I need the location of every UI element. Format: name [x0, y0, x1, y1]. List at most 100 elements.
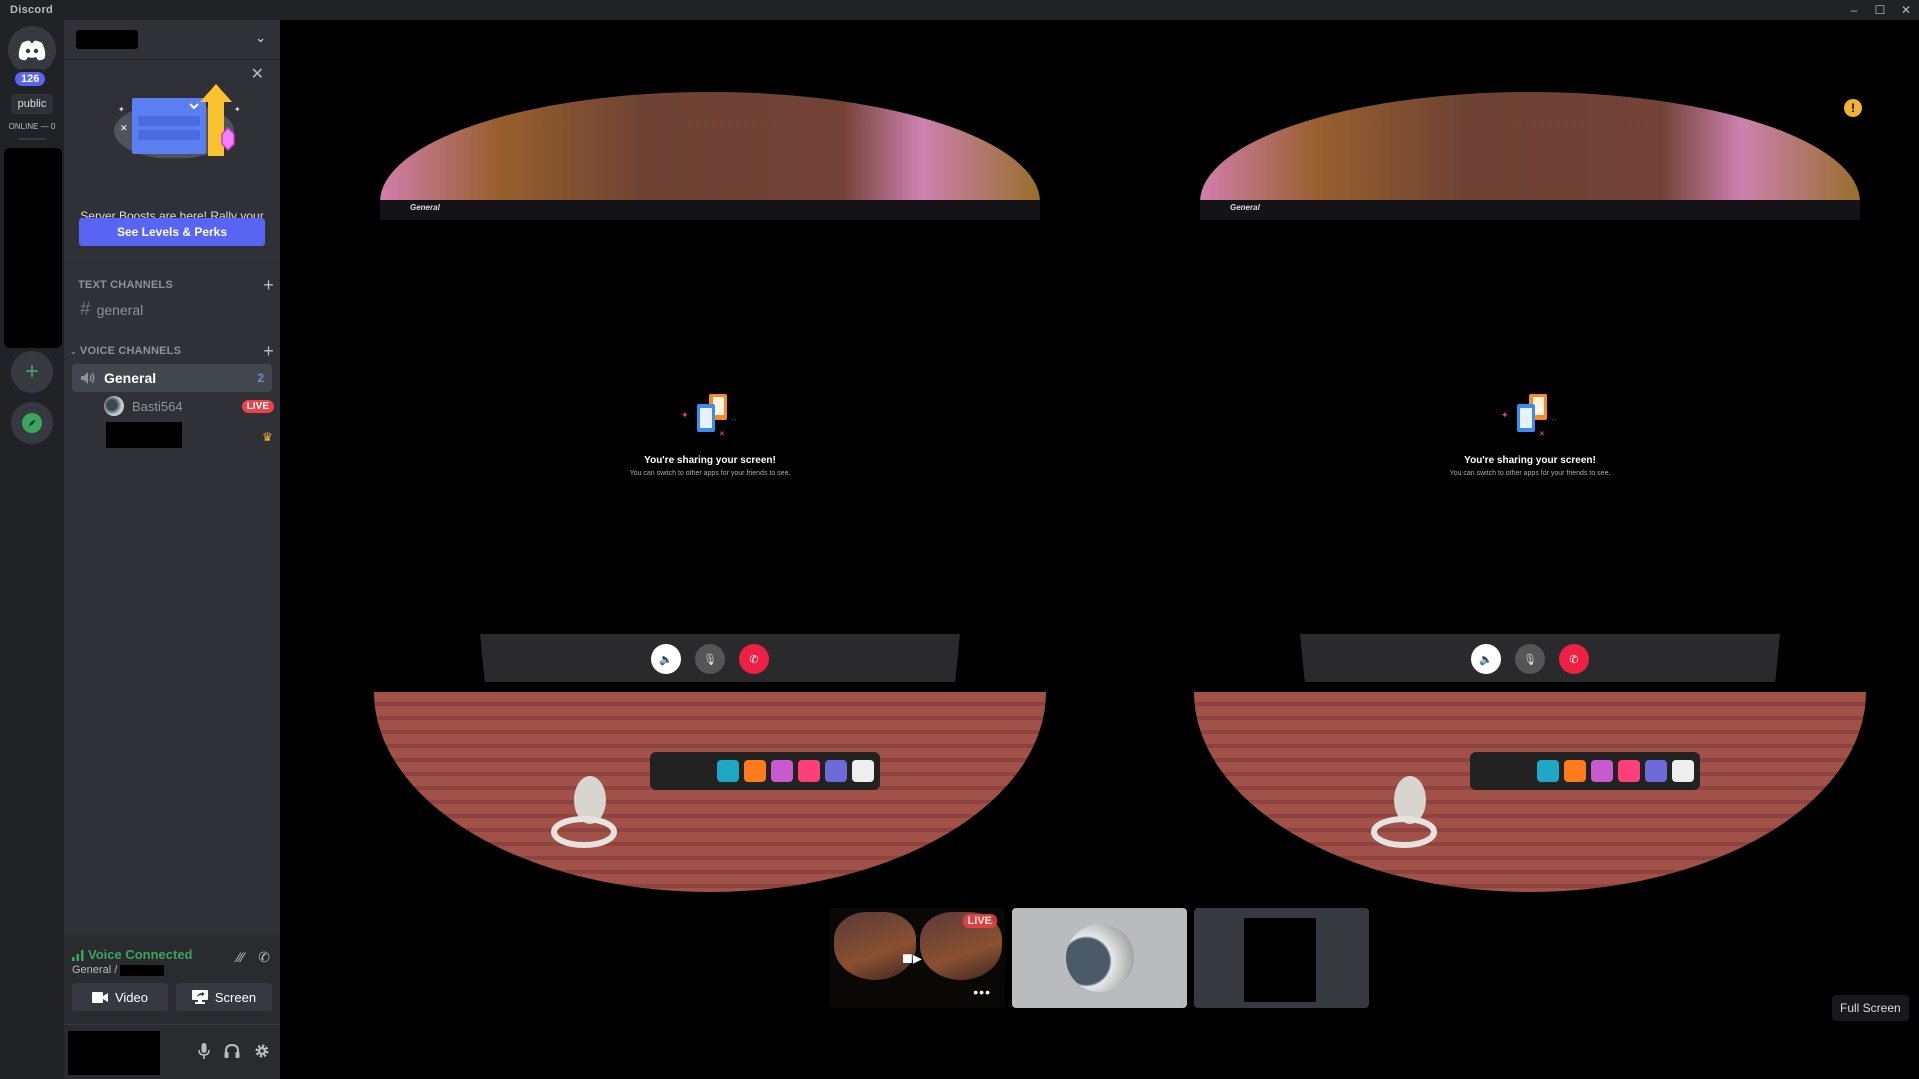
screen-share-icon — [191, 990, 208, 1004]
vr-mic-icon: 🎙 — [695, 644, 725, 674]
voice-status-label: Voice Connected — [88, 947, 193, 962]
voice-location[interactable]: General / — [72, 964, 165, 976]
vr-dock — [650, 752, 880, 790]
voice-user-count: 2 — [257, 371, 264, 385]
svg-text:⁘: ⁘ — [1551, 417, 1557, 424]
guild-name-redacted — [76, 30, 138, 49]
svg-text:✕: ✕ — [719, 431, 725, 438]
sharing-subtitle: You can switch to other apps for your fr… — [629, 470, 791, 477]
voice-user-basti564[interactable]: Basti564 LIVE — [104, 394, 274, 418]
vr-eye-right: General ✦ ⁘ ✕ You're sharing your screen! … — [1194, 92, 1866, 892]
server-rail: 126 public ONLINE — 0 + — [0, 20, 64, 1079]
category-label: TEXT CHANNELS — [78, 279, 173, 291]
vr-app-icon — [1564, 760, 1586, 782]
user-panel-actions — [198, 1043, 270, 1059]
redacted-server-list — [4, 148, 62, 348]
svg-text:✦: ✦ — [681, 410, 689, 420]
svg-text:⁘: ⁘ — [731, 417, 737, 424]
video-button[interactable]: Video — [72, 983, 168, 1011]
disconnect-icon[interactable]: ✆ — [258, 949, 270, 966]
discord-logo-icon — [18, 40, 46, 61]
minimize-button[interactable]: – — [1841, 0, 1867, 20]
sharing-title: You're sharing your screen! — [644, 455, 776, 466]
create-text-channel-button[interactable]: + — [263, 275, 274, 296]
screen-share-illustration-icon: ✦ ⁘ ✕ — [681, 394, 737, 438]
online-count: ONLINE — 0 — [8, 122, 56, 131]
vr-call-controls: 🔈 🎙 ✆ — [380, 644, 1040, 674]
voice-user-redacted[interactable] — [106, 422, 182, 448]
rail-divider — [18, 138, 46, 140]
vr-controller-icon — [1371, 776, 1437, 848]
crown-icon: ♛ — [262, 430, 273, 444]
explore-servers-button[interactable] — [11, 402, 53, 444]
close-promo-button[interactable]: ✕ — [251, 64, 264, 84]
vr-app-icon — [1537, 760, 1559, 782]
voice-channel-general[interactable]: General 2 — [72, 364, 272, 392]
voice-location-label: General / — [72, 964, 118, 976]
sharing-title: You're sharing your screen! — [1464, 455, 1596, 466]
compass-icon — [22, 413, 42, 433]
vr-eye-left: General ✦ ⁘ ✕ You're sharing your screen! … — [374, 92, 1046, 892]
add-server-button[interactable]: + — [11, 351, 53, 393]
vr-controller-icon — [551, 776, 617, 848]
warning-icon[interactable]: ! — [1844, 99, 1862, 117]
vr-end-call-icon: ✆ — [1559, 644, 1589, 674]
screen-share-button[interactable]: Screen — [176, 983, 272, 1011]
video-camera-icon: ■▸ — [902, 948, 922, 968]
vr-app-icon — [1618, 760, 1640, 782]
vr-call-controls: 🔈 🎙 ✆ — [1200, 644, 1860, 674]
close-window-button[interactable]: ✕ — [1893, 0, 1919, 20]
vr-app-icon — [717, 760, 739, 782]
category-label: VOICE CHANNELS — [79, 345, 182, 357]
speaker-icon — [81, 372, 95, 384]
user-panel — [64, 1025, 280, 1079]
sharing-subtitle: You can switch to other apps for your fr… — [1449, 470, 1611, 477]
live-badge: LIVE — [241, 399, 274, 413]
channel-name: General — [104, 370, 157, 386]
vr-floor — [1194, 692, 1866, 892]
vr-app-icon — [798, 760, 820, 782]
see-levels-perks-button[interactable]: See Levels & Perks — [79, 218, 265, 246]
vr-channel-label: General — [410, 203, 440, 212]
user-tile-basti564[interactable] — [1012, 908, 1187, 1008]
voice-channels-category[interactable]: ⌄ VOICE CHANNELS + — [70, 341, 274, 361]
stream-tile[interactable]: LIVE ■▸ ••• — [830, 908, 1005, 1008]
vr-floor — [374, 692, 1046, 892]
mention-badge: 126 — [12, 69, 49, 89]
camera-icon — [91, 991, 108, 1003]
redacted-avatar — [1244, 918, 1316, 1002]
user-tile-redacted[interactable] — [1194, 908, 1369, 1008]
chevron-down-icon: ⌄ — [70, 346, 77, 356]
vr-mic-icon: 🎙 — [1515, 644, 1545, 674]
vr-end-call-icon: ✆ — [739, 644, 769, 674]
user-name: Basti564 — [132, 398, 183, 414]
channel-general-text[interactable]: # general — [72, 296, 272, 324]
vr-app-icon — [852, 760, 874, 782]
chevron-down-icon: ⌄ — [255, 30, 266, 45]
title-bar: Discord – ☐ ✕ — [0, 0, 1919, 20]
vr-app-icon — [1645, 760, 1667, 782]
app-title: Discord — [10, 4, 54, 16]
guild-header[interactable]: ⌄ — [64, 20, 280, 60]
more-options-button[interactable]: ••• — [973, 984, 991, 1000]
voice-status[interactable]: Voice Connected — [72, 947, 193, 962]
home-button[interactable] — [8, 26, 56, 74]
redacted-user-info[interactable] — [68, 1031, 160, 1075]
window-controls: – ☐ ✕ — [1841, 0, 1919, 20]
create-voice-channel-button[interactable]: + — [263, 341, 274, 362]
settings-gear-icon[interactable] — [254, 1043, 270, 1059]
vr-environment-top — [380, 92, 1040, 202]
svg-text:✕: ✕ — [1539, 431, 1545, 438]
video-label: Video — [114, 989, 148, 1005]
vr-environment-top — [1200, 92, 1860, 202]
noise-suppression-icon[interactable]: ⁄⁄⁄ — [237, 949, 244, 966]
microphone-icon[interactable] — [198, 1043, 210, 1059]
maximize-button[interactable]: ☐ — [1867, 0, 1893, 20]
full-screen-tooltip: Full Screen — [1832, 995, 1909, 1021]
voice-connection-panel: Voice Connected General / ⁄⁄⁄ ✆ Video Sc… — [64, 935, 280, 1025]
text-channels-category[interactable]: TEXT CHANNELS + — [78, 275, 274, 295]
sharing-notice: ✦ ⁘ ✕ You're sharing your screen! You can … — [380, 392, 1040, 477]
headphones-icon[interactable] — [224, 1043, 240, 1059]
vr-app-icon — [771, 760, 793, 782]
server-folder-public[interactable]: public — [11, 94, 53, 114]
